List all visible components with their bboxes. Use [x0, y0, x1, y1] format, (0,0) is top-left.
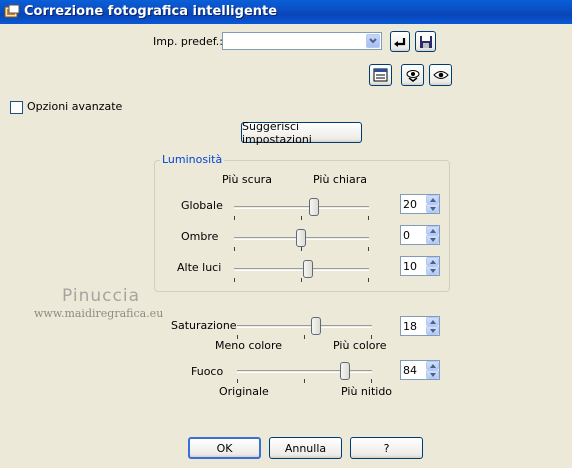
shadows-spinbox[interactable]: 0: [400, 225, 440, 245]
focus-slider-thumb[interactable]: [340, 362, 350, 380]
highlights-slider-thumb[interactable]: [303, 260, 313, 278]
window-title: Correzione fotografica intelligente: [24, 4, 278, 19]
save-disk-icon: [419, 35, 432, 48]
slider-tick: [304, 335, 305, 339]
saturation-slider-track[interactable]: [237, 325, 372, 328]
help-button[interactable]: ?: [350, 437, 423, 459]
slider-tick: [234, 216, 235, 220]
presets-dropdown[interactable]: [222, 32, 382, 50]
lighter-label: Più chiara: [313, 173, 367, 186]
spin-down-icon[interactable]: [426, 204, 439, 213]
suggest-settings-button[interactable]: Suggerisci impostazioni: [241, 119, 362, 146]
reset-arrow-icon: [394, 37, 406, 47]
spin-down-icon[interactable]: [426, 326, 439, 335]
cancel-button[interactable]: Annulla: [269, 437, 342, 459]
presets-label: Imp. predef.:: [153, 35, 223, 48]
saturation-value[interactable]: 18: [403, 320, 417, 333]
global-label: Globale: [181, 199, 223, 212]
saturation-min-label: Meno colore: [215, 339, 283, 352]
cancel-label: Annulla: [284, 441, 327, 455]
focus-slider-track[interactable]: [237, 370, 372, 373]
saturation-label: Saturazione: [171, 319, 237, 332]
highlights-slider-track[interactable]: [234, 268, 369, 271]
eye-icon: [432, 71, 449, 79]
watermark-name: Pinuccia: [62, 286, 140, 306]
spin-down-icon[interactable]: [426, 370, 439, 379]
save-preset-button[interactable]: [415, 31, 436, 52]
focus-value[interactable]: 84: [403, 364, 417, 377]
spin-down-icon[interactable]: [426, 266, 439, 275]
slider-tick: [301, 247, 302, 251]
spin-up-icon[interactable]: [426, 226, 439, 235]
slider-tick: [304, 379, 305, 383]
toggle-preview-button[interactable]: [401, 64, 424, 86]
highlights-label: Alte luci: [177, 261, 222, 274]
slider-tick: [234, 247, 235, 251]
slider-tick: [371, 379, 372, 383]
slider-tick: [301, 216, 302, 220]
eye-hand-icon: [406, 70, 419, 82]
focus-max-label: Più nitido: [341, 385, 393, 398]
spin-down-icon[interactable]: [426, 235, 439, 244]
highlights-value[interactable]: 10: [403, 260, 417, 273]
slider-tick: [237, 379, 238, 383]
spin-up-icon[interactable]: [426, 317, 439, 326]
auto-preview-button[interactable]: [429, 64, 452, 86]
shadows-slider-thumb[interactable]: [296, 229, 306, 247]
chevron-down-icon[interactable]: [366, 34, 380, 48]
focus-min-label: Originale: [219, 385, 269, 398]
global-spinbox[interactable]: 20: [400, 194, 440, 214]
watermark-url: www.maidiregrafica.eu: [34, 307, 164, 320]
suggest-settings-label: Suggerisci impostazioni: [242, 119, 312, 146]
advanced-options-label[interactable]: Opzioni avanzate: [27, 100, 122, 113]
slider-tick: [234, 278, 235, 282]
focus-label: Fuoco: [191, 365, 224, 378]
preview-window-button[interactable]: [369, 64, 392, 86]
ok-label: OK: [216, 441, 233, 455]
app-icon: [4, 4, 20, 18]
slider-tick: [368, 216, 369, 220]
slider-tick: [368, 278, 369, 282]
focus-spinbox[interactable]: 84: [400, 360, 440, 380]
slider-tick: [368, 247, 369, 251]
advanced-options-checkbox[interactable]: [10, 101, 23, 114]
highlights-spinbox[interactable]: 10: [400, 256, 440, 276]
spin-up-icon[interactable]: [426, 195, 439, 204]
global-value[interactable]: 20: [403, 198, 417, 211]
help-label: ?: [383, 441, 390, 455]
shadows-value[interactable]: 0: [403, 229, 410, 242]
spin-up-icon[interactable]: [426, 361, 439, 370]
reset-button[interactable]: [390, 31, 410, 52]
spin-up-icon[interactable]: [426, 257, 439, 266]
darker-label: Più scura: [222, 173, 272, 186]
saturation-max-label: Più colore: [333, 339, 387, 352]
title-bar[interactable]: Correzione fotografica intelligente: [0, 0, 572, 24]
brightness-group-label: Luminosità: [160, 153, 225, 166]
saturation-slider-thumb[interactable]: [311, 317, 321, 335]
saturation-spinbox[interactable]: 18: [400, 316, 440, 336]
global-slider-thumb[interactable]: [309, 198, 319, 216]
preview-window-icon: [373, 68, 388, 82]
slider-tick: [301, 278, 302, 282]
shadows-label: Ombre: [181, 230, 219, 243]
global-slider-track[interactable]: [234, 206, 369, 209]
ok-button[interactable]: OK: [188, 437, 261, 459]
